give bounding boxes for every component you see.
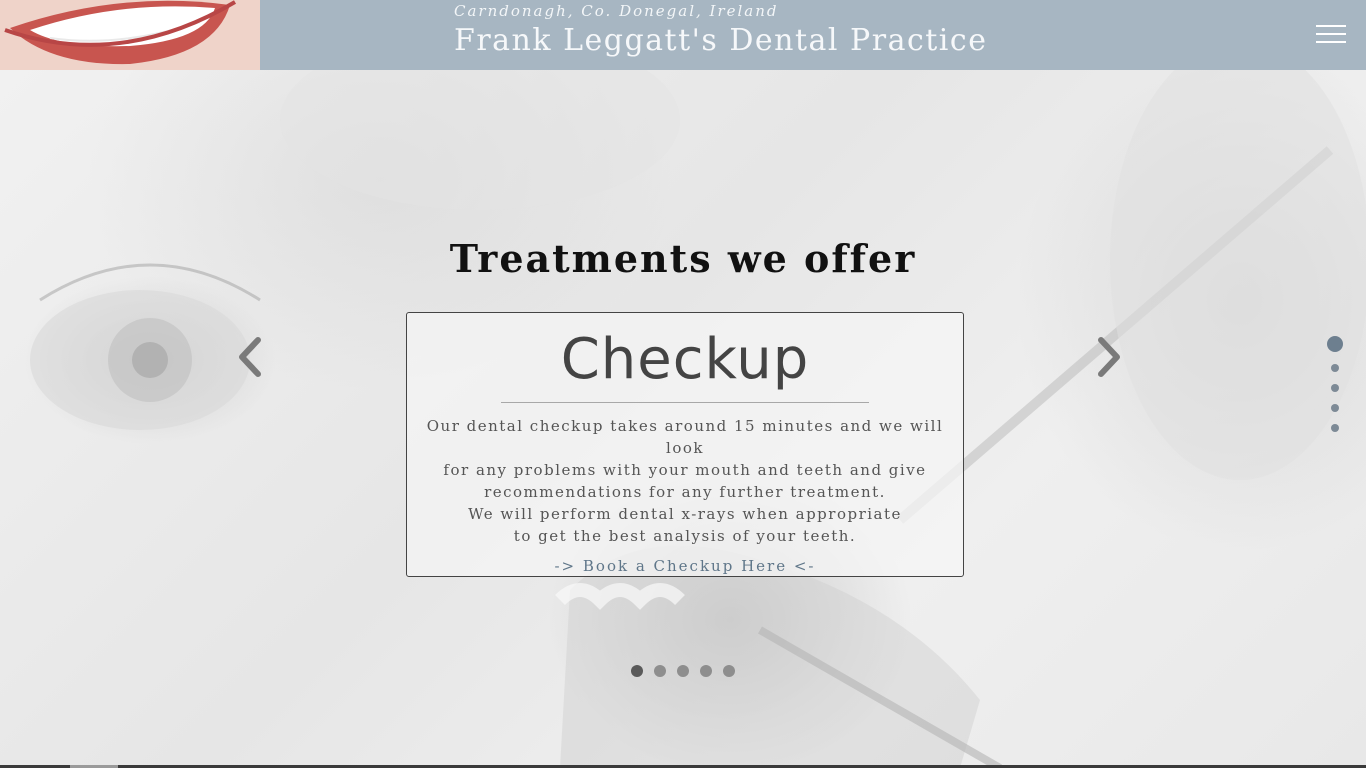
carousel-dot[interactable] (700, 665, 712, 677)
section-nav-dot[interactable] (1331, 424, 1339, 432)
treatment-card: Checkup Our dental checkup takes around … (406, 312, 964, 577)
chevron-right-icon[interactable] (1091, 334, 1127, 380)
section-nav-dot[interactable] (1327, 336, 1343, 352)
carousel-dot[interactable] (677, 665, 689, 677)
carousel-dot[interactable] (723, 665, 735, 677)
title-divider (501, 402, 869, 403)
treatment-description: Our dental checkup takes around 15 minut… (407, 415, 963, 547)
chevron-left-icon[interactable] (232, 334, 268, 380)
site-title[interactable]: Frank Leggatt's Dental Practice (454, 23, 987, 58)
carousel-dot[interactable] (631, 665, 643, 677)
section-nav (1326, 336, 1344, 432)
description-line: for any problems with your mouth and tee… (443, 461, 927, 479)
site-header: Carndonagh, Co. Donegal, Ireland Frank L… (0, 0, 1366, 70)
carousel-dot[interactable] (654, 665, 666, 677)
description-line: Our dental checkup takes around 15 minut… (426, 417, 944, 457)
hamburger-menu-icon[interactable] (1310, 20, 1352, 50)
section-nav-dot[interactable] (1331, 364, 1339, 372)
practice-location: Carndonagh, Co. Donegal, Ireland (454, 2, 779, 20)
description-line: We will perform dental x-rays when appro… (468, 505, 902, 523)
carousel-indicators (0, 665, 1366, 677)
description-line: to get the best analysis of your teeth. (513, 527, 857, 545)
treatment-title: Checkup (560, 327, 810, 392)
section-heading: Treatments we offer (449, 236, 917, 281)
section-nav-dot[interactable] (1331, 404, 1339, 412)
description-line: recommendations for any further treatmen… (484, 483, 886, 501)
book-checkup-link[interactable]: -> Book a Checkup Here <- (554, 557, 815, 575)
smile-logo-image[interactable] (0, 0, 260, 70)
section-nav-dot[interactable] (1331, 384, 1339, 392)
